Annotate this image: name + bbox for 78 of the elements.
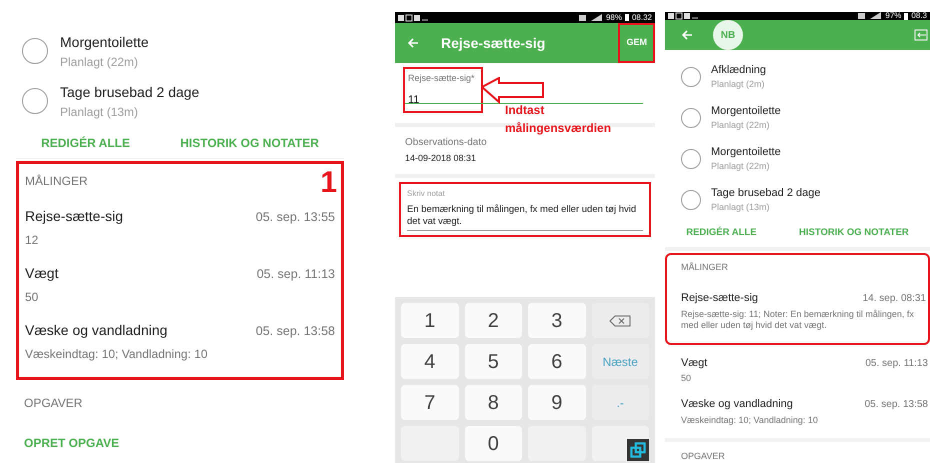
screen-title: Rejse-sætte-sig [441, 34, 546, 53]
task-title: Morgentoilette [711, 144, 781, 160]
measurement-value: Væskeindtag: 10; Vandladning: 10 [681, 414, 819, 426]
measurement-name: Rejse-sætte-sig [25, 207, 124, 226]
measurement-date: 14. sep. 08:31 [862, 292, 926, 306]
key[interactable]: 4 [401, 344, 458, 379]
section-heading: OPGAVER [680, 450, 726, 462]
section-heading: MÅLINGER [681, 260, 730, 274]
field-value: 11 [408, 92, 420, 108]
clock: 08.3 [911, 12, 927, 20]
task-title: Tage brusebad 2 dage [60, 82, 200, 102]
task-checkbox[interactable] [22, 88, 48, 114]
exit-icon[interactable] [914, 29, 928, 42]
date-value: 14-09-2018 08:31 [405, 152, 478, 165]
measurement-name: Vægt [25, 264, 58, 283]
measurement-name: Rejse-sætte-sig [681, 291, 758, 306]
measurement-name: Væske og vandladning [681, 397, 793, 412]
measurement-date: 05. sep. 13:58 [864, 398, 928, 412]
task-title: Morgentoilette [711, 104, 781, 119]
key[interactable]: 7 [401, 385, 458, 420]
backspace-key[interactable] [592, 303, 649, 338]
task-checkbox[interactable] [681, 108, 701, 128]
measurement-date: 05. sep. 13:58 [256, 323, 335, 340]
key[interactable]: 2 [464, 303, 522, 338]
task-checkbox[interactable] [681, 190, 701, 210]
key[interactable]: 6 [528, 344, 586, 379]
avatar: NB [713, 20, 743, 50]
battery-icon [624, 14, 629, 21]
measurement-value: 50 [25, 289, 40, 306]
annotation-text: Indtast målingensværdien [505, 102, 612, 137]
annotation-number: 1 [320, 168, 337, 198]
back-arrow-icon[interactable] [681, 29, 693, 42]
battery-level: 98% [606, 14, 622, 22]
section-heading: MÅLINGER [25, 173, 88, 190]
task-status: Planlagt (22m) [60, 54, 140, 70]
measurement-value: Væskeindtag: 10; Vandladning: 10 [25, 346, 209, 363]
signal-icon [578, 14, 603, 22]
field-label: Rejse-sætte-sig* [408, 72, 476, 85]
key[interactable]: 3 [528, 303, 586, 338]
measurement-date: 05. sep. 11:13 [256, 266, 335, 283]
measurement-value: Rejse-sætte-sig: 11; Noter: En bemærkning til målingen, fx med eller uden tøj hvid det vat vægt. [681, 308, 915, 330]
battery-level: 97% [885, 12, 902, 20]
measurement-date: 05. sep. 11:13 [865, 356, 928, 370]
clock: 08.32 [632, 14, 652, 22]
note-field[interactable]: Skriv notat En bemærkning til målingen, fx med eller uden tøj hvid det vat vægt. [399, 182, 651, 236]
measurement-date: 05. sep. 13:55 [256, 209, 335, 226]
note-text: En bemærkning til målingen, fx med eller uden tøj hvid det vat vægt. [407, 204, 643, 230]
key[interactable]: 8 [464, 385, 522, 420]
measurement-name: Vægt [681, 356, 708, 370]
overlay-window-icon[interactable] [627, 439, 649, 461]
value-field[interactable]: Rejse-sætte-sig* 11 [403, 67, 483, 113]
field-label: Skriv notat [407, 188, 446, 200]
battery-icon [904, 12, 908, 20]
task-status: Planlagt (2m) [711, 78, 766, 92]
notification-icons [668, 12, 698, 20]
task-title: Tage brusebad 2 dage [711, 186, 820, 201]
measurement-name: Væske og vandladning [25, 321, 168, 340]
backspace-icon [609, 314, 632, 326]
measurement-value: 50 [681, 373, 692, 384]
task-status: Planlagt (13m) [60, 104, 140, 120]
section-heading: OPGAVER [23, 395, 84, 412]
task-status: Planlagt (22m) [711, 119, 771, 132]
signal-icon [858, 12, 882, 20]
measurement-value: 12 [25, 232, 40, 249]
back-arrow-icon[interactable] [407, 37, 419, 49]
key[interactable]: 1 [401, 303, 458, 338]
task-checkbox[interactable] [681, 66, 701, 87]
key[interactable]: 9 [528, 385, 586, 420]
task-title: Morgentoilette [60, 32, 149, 52]
task-checkbox[interactable] [22, 38, 48, 64]
task-status: Planlagt (13m) [711, 201, 771, 214]
task-status: Planlagt (22m) [711, 160, 771, 174]
field-label: Observations-dato [405, 136, 488, 150]
key[interactable]: 0 [464, 426, 522, 461]
notification-icons [398, 14, 428, 22]
task-checkbox[interactable] [681, 148, 701, 169]
task-title: Afklædning [711, 62, 766, 78]
key[interactable]: 5 [464, 344, 522, 379]
